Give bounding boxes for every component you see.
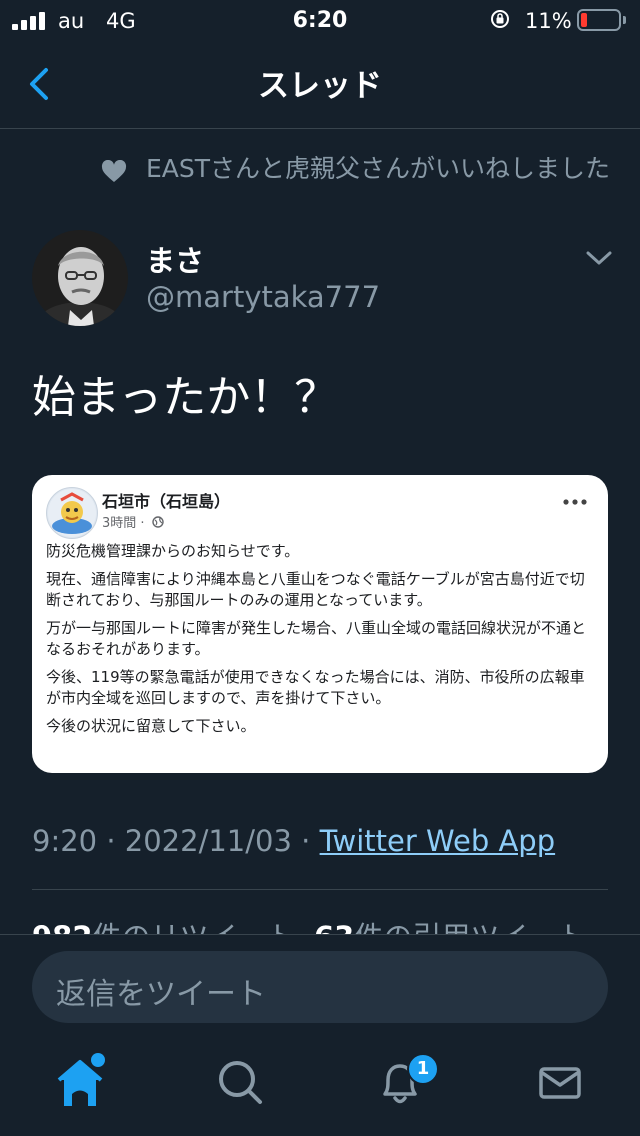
post-time: 3時間 [102, 516, 137, 531]
heart-icon [101, 160, 127, 182]
reply-input[interactable]: 返信をツイート [32, 951, 608, 1023]
post-paragraph: 万が一与那国ルートに障害が発生した場合、八重山全域の電話回線状況が不通となるおそ… [46, 619, 587, 658]
globe-icon [151, 516, 164, 528]
header-divider [0, 128, 640, 129]
author-name[interactable]: まさ [146, 238, 204, 280]
tweet-meta: 9:20 · 2022/11/03 · Twitter Web App [32, 824, 556, 858]
tab-home[interactable] [48, 1050, 112, 1114]
rotation-lock-icon [491, 10, 509, 28]
home-icon [57, 1053, 105, 1106]
quote-count: 63 [314, 920, 354, 934]
reply-placeholder: 返信をツイート [56, 977, 266, 1012]
notifications-badge: 1 [407, 1053, 439, 1085]
tweet-image[interactable]: 石垣市（石垣島） 3時間 · 防災危機管理課からのお知らせです。 現在、通信障害… [32, 475, 608, 773]
liked-by-text[interactable]: EASTさんと虎親父さんがいいねしました [146, 152, 616, 185]
retweet-stat[interactable]: 982件のリツイート [32, 920, 296, 934]
search-icon [219, 1061, 262, 1104]
avatar[interactable] [32, 230, 128, 326]
retweet-count: 982 [32, 920, 93, 934]
chevron-down-icon [586, 251, 612, 265]
post-paragraph: 今後の状況に留意して下さい。 [46, 717, 256, 735]
post-body: 防災危機管理課からのお知らせです。 現在、通信障害により沖縄本島と八重山をつなぐ… [46, 541, 598, 744]
mail-icon [539, 1067, 581, 1099]
post-paragraph: 現在、通信障害により沖縄本島と八重山をつなぐ電話ケーブルが宮古島付近で切断されて… [46, 570, 585, 609]
stats-row: 982件のリツイート 63件の引用ツイート [0, 900, 640, 934]
more-options-button[interactable] [584, 248, 614, 268]
page-name: 石垣市（石垣島） [102, 492, 231, 511]
page-logo-icon [46, 487, 98, 539]
tweet-time: 9:20 [32, 824, 98, 858]
tweet-date: 2022/11/03 [124, 824, 292, 858]
page-title: スレッド [258, 68, 382, 104]
quote-stat[interactable]: 63件の引用ツイート [314, 920, 586, 934]
battery-percent: 11% [525, 9, 572, 33]
more-dots-icon [563, 499, 587, 505]
battery-icon [577, 9, 621, 31]
status-bar: au 4G 6:20 11% [0, 0, 640, 44]
tweet-text: 始まったか！？ [32, 372, 339, 423]
meta-divider [32, 889, 608, 890]
post-paragraph: 防災危機管理課からのお知らせです。 [46, 542, 300, 560]
tab-search[interactable] [208, 1050, 272, 1114]
post-meta: 3時間 · [102, 512, 164, 531]
reply-divider [0, 934, 640, 935]
author-handle[interactable]: @martytaka777 [146, 280, 380, 314]
battery-tip [623, 16, 626, 24]
tweet-source-link[interactable]: Twitter Web App [320, 824, 556, 858]
post-paragraph: 今後、119等の緊急電話が使用できなくなった場合には、消防、市役所の広報車が市内… [46, 668, 585, 707]
tab-messages[interactable] [528, 1050, 592, 1114]
